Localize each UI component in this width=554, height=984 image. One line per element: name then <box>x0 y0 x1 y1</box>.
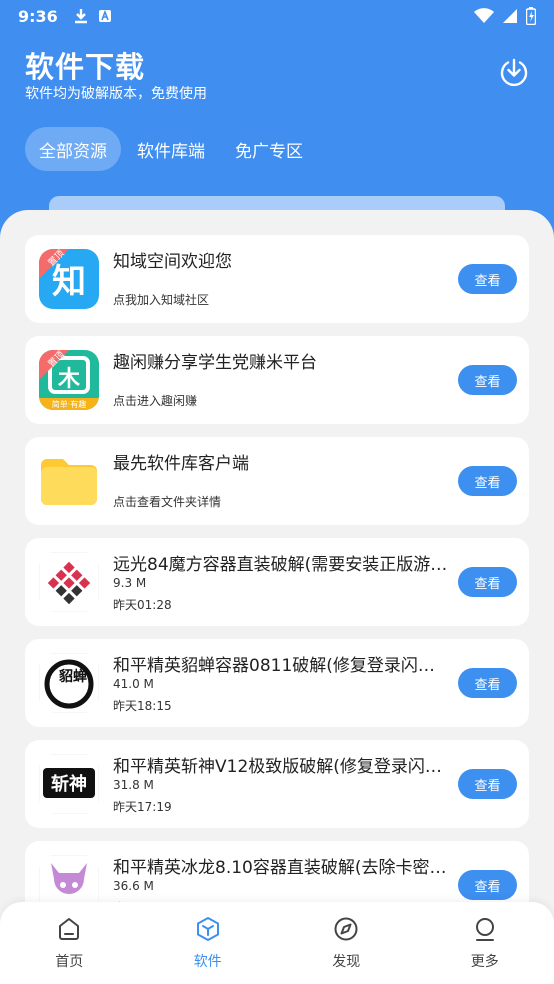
app-description: 点我加入知域社区 <box>113 293 210 307</box>
app-name: 和平精英冰龙8.10容器直装破解(去除卡密… <box>113 858 447 878</box>
list-item[interactable]: 远光84魔方容器直装破解(需要安装正版游… 9.3 M 昨天01:28 查看 <box>25 538 529 626</box>
app-description: 点击查看文件夹详情 <box>113 495 222 509</box>
nav-label: 更多 <box>470 954 499 970</box>
zhanshen-icon: 斩神 <box>39 754 99 814</box>
status-time: 9:36 <box>18 6 58 26</box>
app-size: 9.3 M <box>113 576 147 590</box>
download-icon[interactable] <box>498 56 530 88</box>
wifi-icon <box>474 8 494 23</box>
signal-icon <box>503 9 517 23</box>
bottom-nav: 首页 软件 发现 更多 <box>0 902 554 984</box>
nav-software[interactable]: 软件 <box>139 902 278 984</box>
icon-glyph: 斩神 <box>51 773 87 795</box>
profile-icon <box>475 918 494 941</box>
app-time: 昨天17:19 <box>113 800 172 814</box>
app-name: 远光84魔方容器直装破解(需要安装正版游… <box>113 555 448 575</box>
tab-all-resources[interactable]: 全部资源 <box>25 127 121 171</box>
svg-text:知: 知 <box>52 262 86 302</box>
nav-label: 首页 <box>55 954 84 970</box>
nav-more[interactable]: 更多 <box>416 902 554 984</box>
list-item[interactable]: 木 简单·有趣 置顶 趣闲赚分享学生党赚米平台 点击进入趣闲赚 查看 <box>25 336 529 424</box>
view-button[interactable]: 查看 <box>458 264 517 294</box>
font-notification-icon <box>98 9 111 22</box>
app-list: 知 置顶 知域空间欢迎您 点我加入知域社区 查看 木 简单·有趣 置顶 趣闲赚分… <box>25 235 529 942</box>
page-subtitle: 软件均为破解版本，免费使用 <box>25 86 207 102</box>
view-button[interactable]: 查看 <box>458 668 517 698</box>
compass-icon <box>334 917 358 941</box>
app-name: 最先软件库客户端 <box>113 454 249 474</box>
diaochan-icon: 貂蝉 <box>39 653 99 713</box>
nav-discover[interactable]: 发现 <box>277 902 416 984</box>
nav-label: 发现 <box>332 954 361 970</box>
app-size: 41.0 M <box>113 677 154 691</box>
icon-glyph: 貂蝉 <box>58 668 87 685</box>
view-button[interactable]: 查看 <box>458 466 517 496</box>
view-button[interactable]: 查看 <box>458 365 517 395</box>
folder-icon <box>39 451 99 511</box>
home-icon <box>59 918 80 940</box>
list-item[interactable]: 知 置顶 知域空间欢迎您 点我加入知域社区 查看 <box>25 235 529 323</box>
cube-icon <box>196 917 219 941</box>
svg-text:木: 木 <box>57 367 81 392</box>
list-item[interactable]: 貂蝉 和平精英貂蝉容器0811破解(修复登录闪… 41.0 M 昨天18:15 … <box>25 639 529 727</box>
app-time: 昨天18:15 <box>113 699 172 713</box>
app-description: 点击进入趣闲赚 <box>113 394 198 408</box>
zhiyu-icon: 知 置顶 <box>39 249 99 309</box>
app-size: 31.8 M <box>113 778 154 792</box>
nav-label: 软件 <box>193 954 222 970</box>
battery-icon <box>526 7 536 25</box>
view-button[interactable]: 查看 <box>458 870 517 900</box>
nav-home[interactable]: 首页 <box>0 902 139 984</box>
icon-caption: 简单·有趣 <box>52 399 87 409</box>
status-bar: 9:36 <box>0 0 554 32</box>
list-item[interactable]: 最先软件库客户端 点击查看文件夹详情 查看 <box>25 437 529 525</box>
tab-software-library[interactable]: 软件库端 <box>123 127 219 171</box>
app-name: 知域空间欢迎您 <box>113 252 232 272</box>
app-name: 趣闲赚分享学生党赚米平台 <box>113 353 317 373</box>
quxianzhuan-icon: 木 简单·有趣 置顶 <box>39 350 99 410</box>
download-notification-icon <box>74 9 87 24</box>
app-name: 和平精英貂蝉容器0811破解(修复登录闪… <box>113 656 435 676</box>
category-tabs: 全部资源 软件库端 免广专区 <box>25 127 319 171</box>
content-sheet: 知 置顶 知域空间欢迎您 点我加入知域社区 查看 木 简单·有趣 置顶 趣闲赚分… <box>0 210 554 984</box>
list-item[interactable]: 斩神 和平精英斩神V12极致版破解(修复登录闪… 31.8 M 昨天17:19 … <box>25 740 529 828</box>
app-name: 和平精英斩神V12极致版破解(修复登录闪… <box>113 757 442 777</box>
cube-diamond-icon <box>39 552 99 612</box>
app-time: 昨天01:28 <box>113 598 172 612</box>
view-button[interactable]: 查看 <box>458 769 517 799</box>
tab-ad-free[interactable]: 免广专区 <box>221 127 317 171</box>
app-size: 36.6 M <box>113 879 154 893</box>
page-title: 软件下载 <box>25 50 146 84</box>
view-button[interactable]: 查看 <box>458 567 517 597</box>
